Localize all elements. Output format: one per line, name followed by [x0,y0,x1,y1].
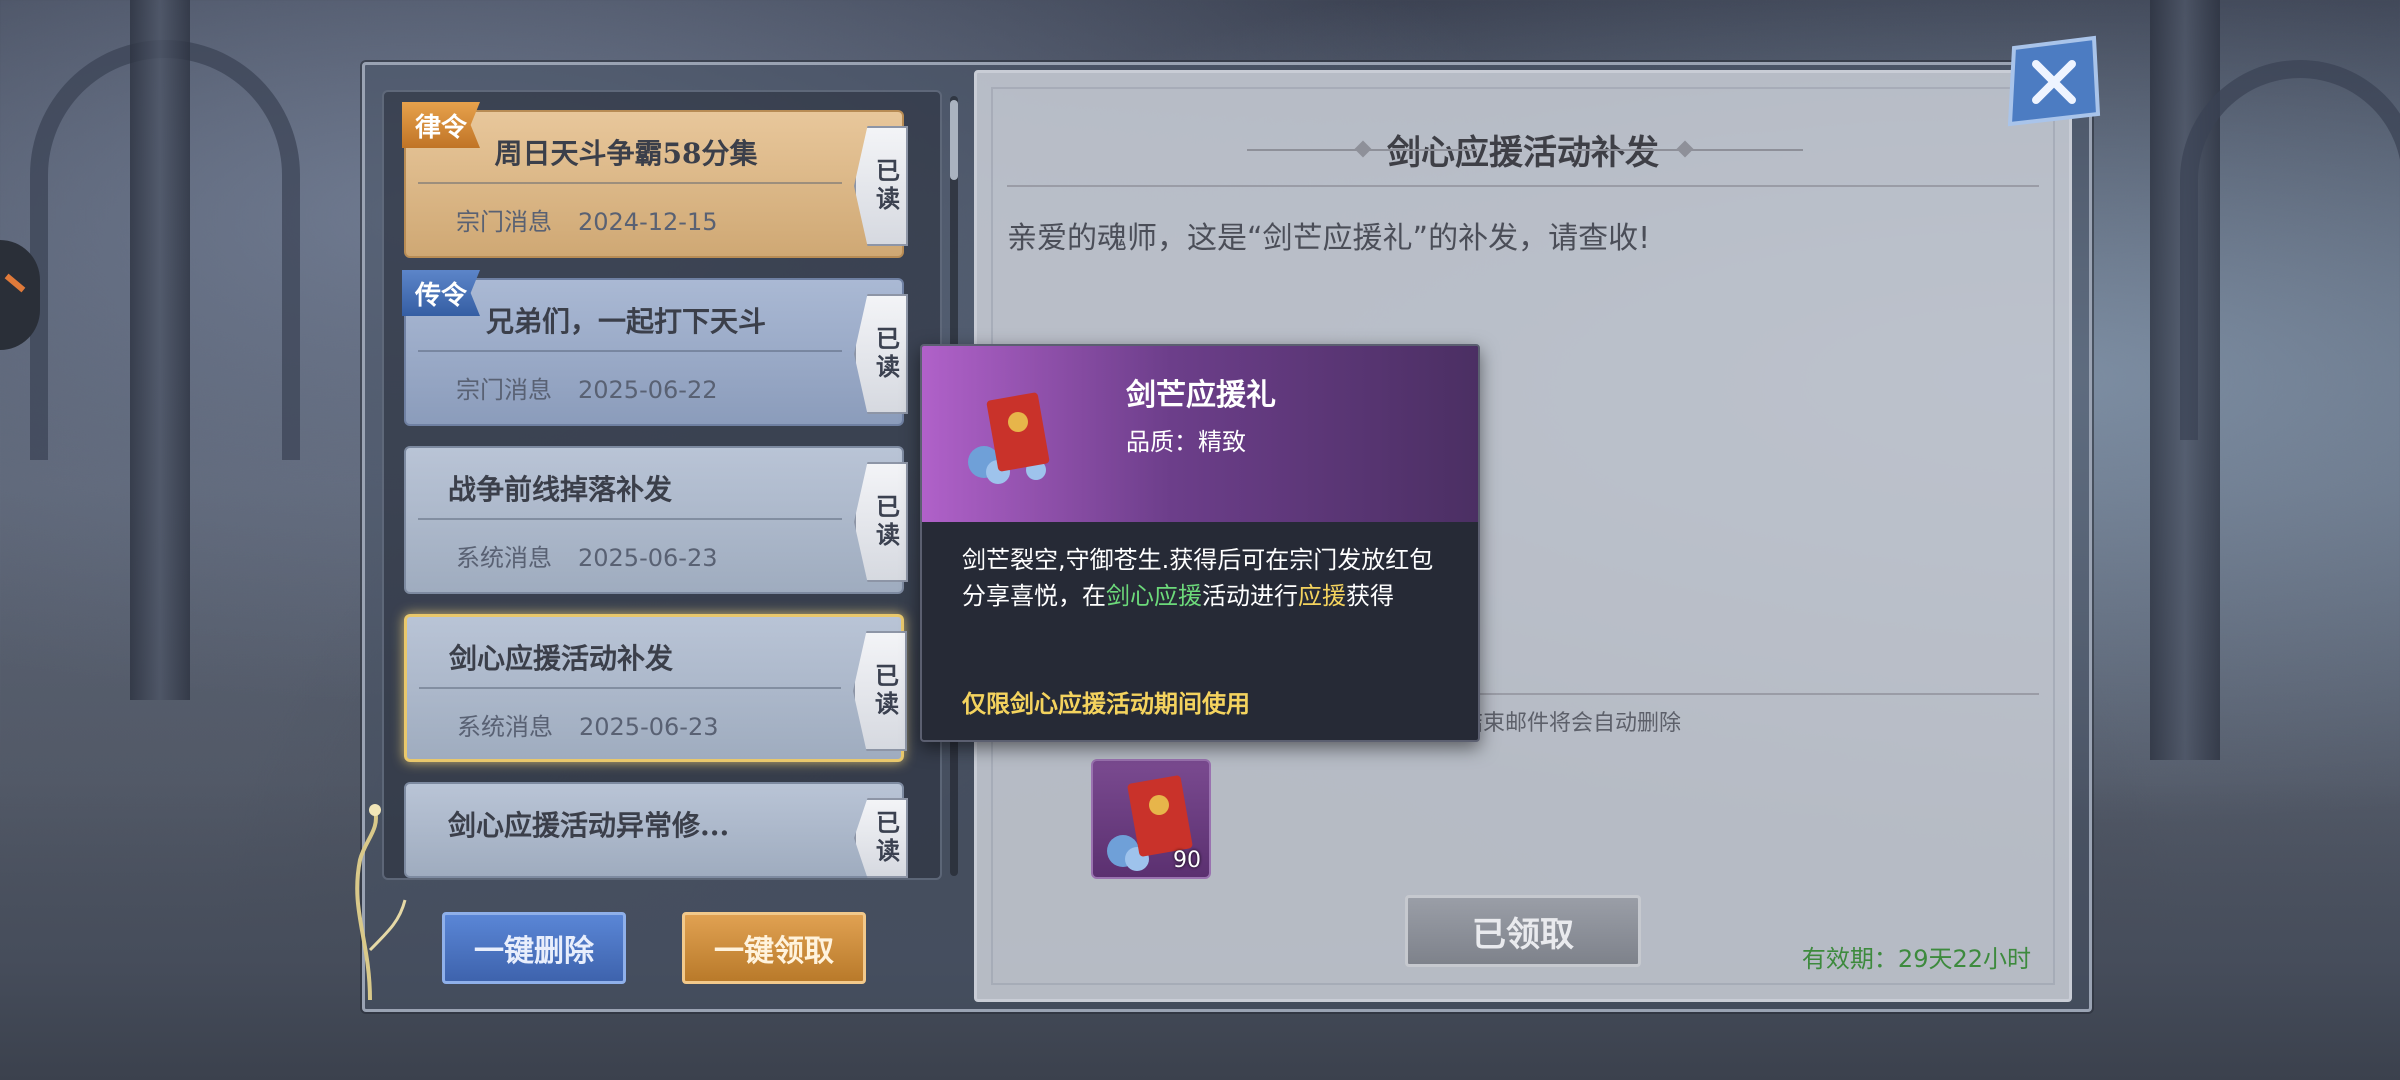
reward-count: 90 [1173,848,1201,873]
claimed-button[interactable]: 已领取 [1405,895,1641,967]
attachment-note: 结束邮件将会自动删除 [1461,711,1682,736]
mail-category: 宗门消息 [456,376,552,404]
read-status-tag: 已读 [854,798,908,878]
mail-detail-title: 剑心应援活动补发 [1387,133,1659,173]
mail-meta: 系统消息 2025-06-23 [456,538,717,573]
read-status-tag: 已读 [853,631,907,751]
mail-meta: 系统消息 2025-06-23 [457,707,718,742]
divider [418,350,842,352]
item-description: 剑芒裂空,守御苍生.获得后可在宗门发放红包分享喜悦，在剑心应援活动进行应援获得 [962,546,1434,610]
mail-meta: 宗门消息 2024-12-15 [456,202,717,237]
background-arch [2180,60,2400,440]
mail-item-selected[interactable]: 剑心应援活动补发 系统消息 2025-06-23 已读 [404,614,907,762]
mail-category: 系统消息 [456,544,552,572]
mail-title: 战争前线掉落补发 [448,473,673,506]
item-name: 剑芒应援礼 [1126,378,1276,413]
read-status-tag: 已读 [854,294,908,414]
mail-title: 剑心应援活动补发 [449,642,674,675]
divider [418,518,842,520]
mail-date: 2025-06-22 [578,376,718,404]
decorative-plant [355,804,407,1000]
mail-item[interactable]: 律令 周日天斗争霸58分集 宗门消息 2024-12-15 已读 [402,102,908,258]
mail-category: 系统消息 [457,713,553,741]
mail-category: 宗门消息 [456,208,552,236]
background-pillar [130,0,190,700]
mail-title: 剑心应援活动异常修... [448,809,730,842]
red-envelope-icon [968,392,1050,484]
mail-item[interactable]: 剑心应援活动异常修... 已读 [404,782,908,878]
mail-date: 2024-12-15 [578,208,718,236]
mail-item[interactable]: 传令 兄弟们，一起打下天斗 宗门消息 2025-06-22 已读 [402,270,908,426]
read-status-tag: 已读 [854,126,908,246]
mail-title: 兄弟们，一起打下天斗 [485,305,766,338]
reward-item[interactable]: 90 [1091,759,1211,879]
mail-date: 2025-06-23 [578,544,718,572]
item-quality: 品质：精致 [1126,428,1246,456]
item-usage-note: 仅限剑心应援活动期间使用 [962,690,1250,718]
read-status-tag: 已读 [854,462,908,582]
close-icon[interactable] [2000,34,2108,130]
mail-item[interactable]: 战争前线掉落补发 系统消息 2025-06-23 已读 [404,446,908,594]
mail-body-text: 亲爱的魂师，这是“剑芒应援礼”的补发，请查收! [1007,221,1651,256]
divider [418,182,842,184]
scrollbar-thumb[interactable] [950,100,958,180]
mail-title: 周日天斗争霸58分集 [494,137,758,170]
mail-date: 2025-06-23 [579,713,719,741]
item-tooltip: 剑芒应援礼 品质：精致 剑芒裂空,守御苍生.获得后可在宗门发放红包分享喜悦，在剑… [920,344,1480,742]
claim-all-button[interactable]: 一键领取 [682,912,866,984]
delete-all-button[interactable]: 一键删除 [442,912,626,984]
divider [419,687,841,689]
divider [1007,185,2039,187]
mail-meta: 宗门消息 2025-06-22 [456,370,717,405]
expiry-text: 有效期：29天22小时 [1801,945,2031,973]
